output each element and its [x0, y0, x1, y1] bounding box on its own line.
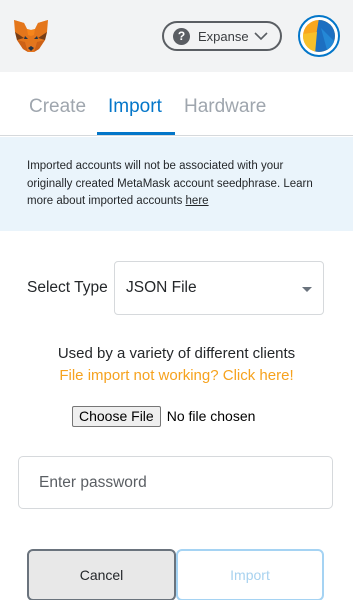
learn-more-link[interactable]: here: [186, 195, 209, 207]
select-value: JSON File: [126, 279, 197, 296]
account-avatar[interactable]: [298, 15, 340, 57]
metamask-fox-icon: [14, 20, 48, 52]
file-picker: Choose File No file chosen: [72, 405, 255, 427]
app-header: ? Expanse: [0, 0, 353, 72]
network-selector[interactable]: ? Expanse: [162, 21, 282, 51]
choose-file-button[interactable]: Choose File: [72, 405, 161, 427]
caret-down-icon: [302, 287, 312, 292]
file-status: No file chosen: [166, 408, 256, 424]
select-type-label: Select Type: [27, 279, 108, 296]
notice-text: Imported accounts will not be associated…: [27, 160, 313, 207]
network-label: Expanse: [198, 28, 249, 44]
active-tab-indicator: [97, 132, 175, 135]
password-input[interactable]: [18, 456, 333, 509]
cancel-button[interactable]: Cancel: [27, 549, 176, 600]
tab-import[interactable]: Import: [108, 96, 162, 118]
identicon-icon: [303, 20, 335, 52]
account-tabs: Create Import Hardware: [0, 72, 353, 136]
chevron-down-icon: [254, 32, 268, 41]
tab-hardware[interactable]: Hardware: [184, 96, 266, 118]
select-type-row: Select Type JSON File: [27, 261, 324, 315]
import-notice: Imported accounts will not be associated…: [0, 137, 353, 231]
question-icon: ?: [173, 27, 190, 45]
import-button[interactable]: Import: [176, 549, 324, 600]
import-type-select[interactable]: JSON File: [114, 261, 324, 315]
tab-create[interactable]: Create: [29, 96, 86, 118]
json-description: Used by a variety of different clients: [57, 345, 296, 362]
file-import-help-link[interactable]: File import not working? Click here!: [0, 367, 353, 384]
